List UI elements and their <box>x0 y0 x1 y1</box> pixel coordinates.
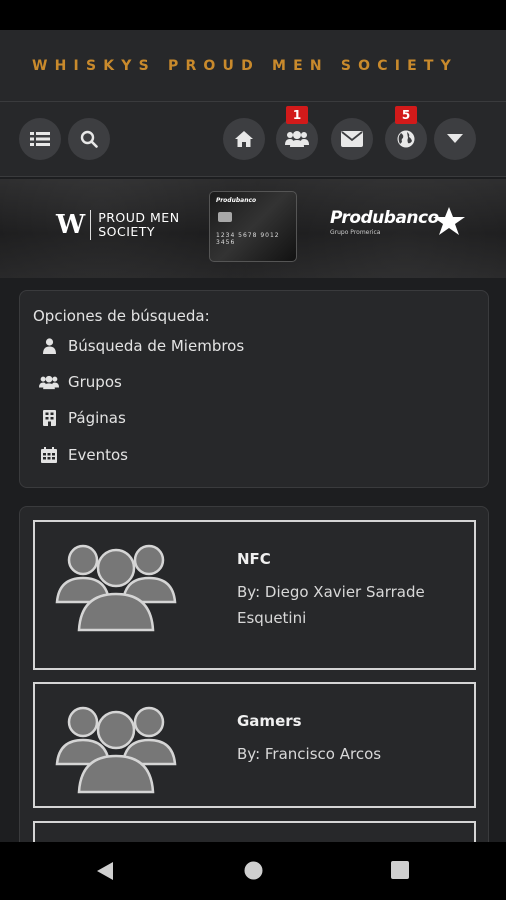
card-brand: Produbanco <box>216 197 257 204</box>
menu-button[interactable] <box>19 118 61 160</box>
produbanco-logo: Produbanco Grupo Promerica <box>330 208 439 236</box>
users-icon <box>285 131 309 147</box>
site-header: WHISKYS PROUD MEN SOCIETY <box>0 30 506 102</box>
envelope-icon <box>341 131 363 147</box>
messages-button[interactable] <box>331 118 373 160</box>
group-owner: By: Diego Xavier Sarrade Esquetini <box>237 583 425 627</box>
group-name[interactable]: Gamers <box>237 712 302 730</box>
page-icon <box>42 410 56 426</box>
search-options-title: Opciones de búsqueda: <box>33 307 210 325</box>
group-name[interactable]: NFC <box>237 550 271 568</box>
pms-logo-line1: PROUD MEN <box>98 210 180 225</box>
search-option-label: Búsqueda de Miembros <box>68 337 245 355</box>
search-option-label: Páginas <box>68 409 126 427</box>
user-icon <box>42 338 56 354</box>
produbanco-sub: Grupo Promerica <box>330 229 381 236</box>
recents-icon[interactable] <box>391 861 409 879</box>
search-option-events[interactable]: Eventos <box>38 446 128 464</box>
star-icon <box>433 207 465 235</box>
friend-requests-badge: 1 <box>286 106 308 124</box>
groups-list: NFC By: Diego Xavier Sarrade Esquetini G… <box>19 506 489 846</box>
search-option-label: Eventos <box>68 446 128 464</box>
logo-divider <box>90 210 92 240</box>
group-avatar-icon <box>55 706 177 794</box>
account-dropdown-button[interactable] <box>434 118 476 160</box>
status-bar <box>0 0 506 30</box>
search-options-panel: Opciones de búsqueda: Búsqueda de Miembr… <box>19 290 489 488</box>
calendar-icon <box>41 447 57 463</box>
globe-icon <box>397 130 415 148</box>
users-icon <box>39 375 59 389</box>
search-icon <box>80 130 98 148</box>
group-avatar-icon <box>55 544 177 632</box>
group-owner: By: Francisco Arcos <box>237 745 382 763</box>
notifications-button[interactable]: 5 <box>385 106 427 160</box>
search-button[interactable] <box>68 118 110 160</box>
pms-logo-text: PROUD MEN SOCIETY <box>98 211 179 239</box>
search-option-label: Grupos <box>68 373 122 391</box>
android-nav-bar <box>0 842 506 900</box>
card-number: 1234 5678 9012 3456 <box>216 232 280 246</box>
credit-card-image: Produbanco 1234 5678 9012 3456 <box>209 191 297 262</box>
w-monogram-icon: W <box>56 210 85 240</box>
group-card[interactable]: Gamers By: Francisco Arcos <box>33 682 476 808</box>
list-icon <box>30 132 50 146</box>
search-option-pages[interactable]: Páginas <box>38 409 126 427</box>
toolbar: 1 5 <box>0 102 506 177</box>
search-option-groups[interactable]: Grupos <box>38 373 122 391</box>
proud-men-society-logo: W PROUD MEN SOCIETY <box>56 210 180 240</box>
search-option-members[interactable]: Búsqueda de Miembros <box>38 337 244 355</box>
home-button[interactable] <box>223 118 265 160</box>
caret-down-icon <box>447 134 463 143</box>
notifications-badge: 5 <box>395 106 417 124</box>
home-circle-icon[interactable] <box>244 861 263 880</box>
produbanco-name: Produbanco <box>330 208 439 228</box>
friend-requests-button[interactable]: 1 <box>276 106 318 160</box>
back-icon[interactable] <box>96 861 114 881</box>
group-card[interactable]: NFC By: Diego Xavier Sarrade Esquetini <box>33 520 476 670</box>
pms-logo-line2: SOCIETY <box>98 224 156 239</box>
home-icon <box>235 131 253 147</box>
site-title[interactable]: WHISKYS PROUD MEN SOCIETY <box>32 58 458 74</box>
card-chip <box>218 212 232 222</box>
